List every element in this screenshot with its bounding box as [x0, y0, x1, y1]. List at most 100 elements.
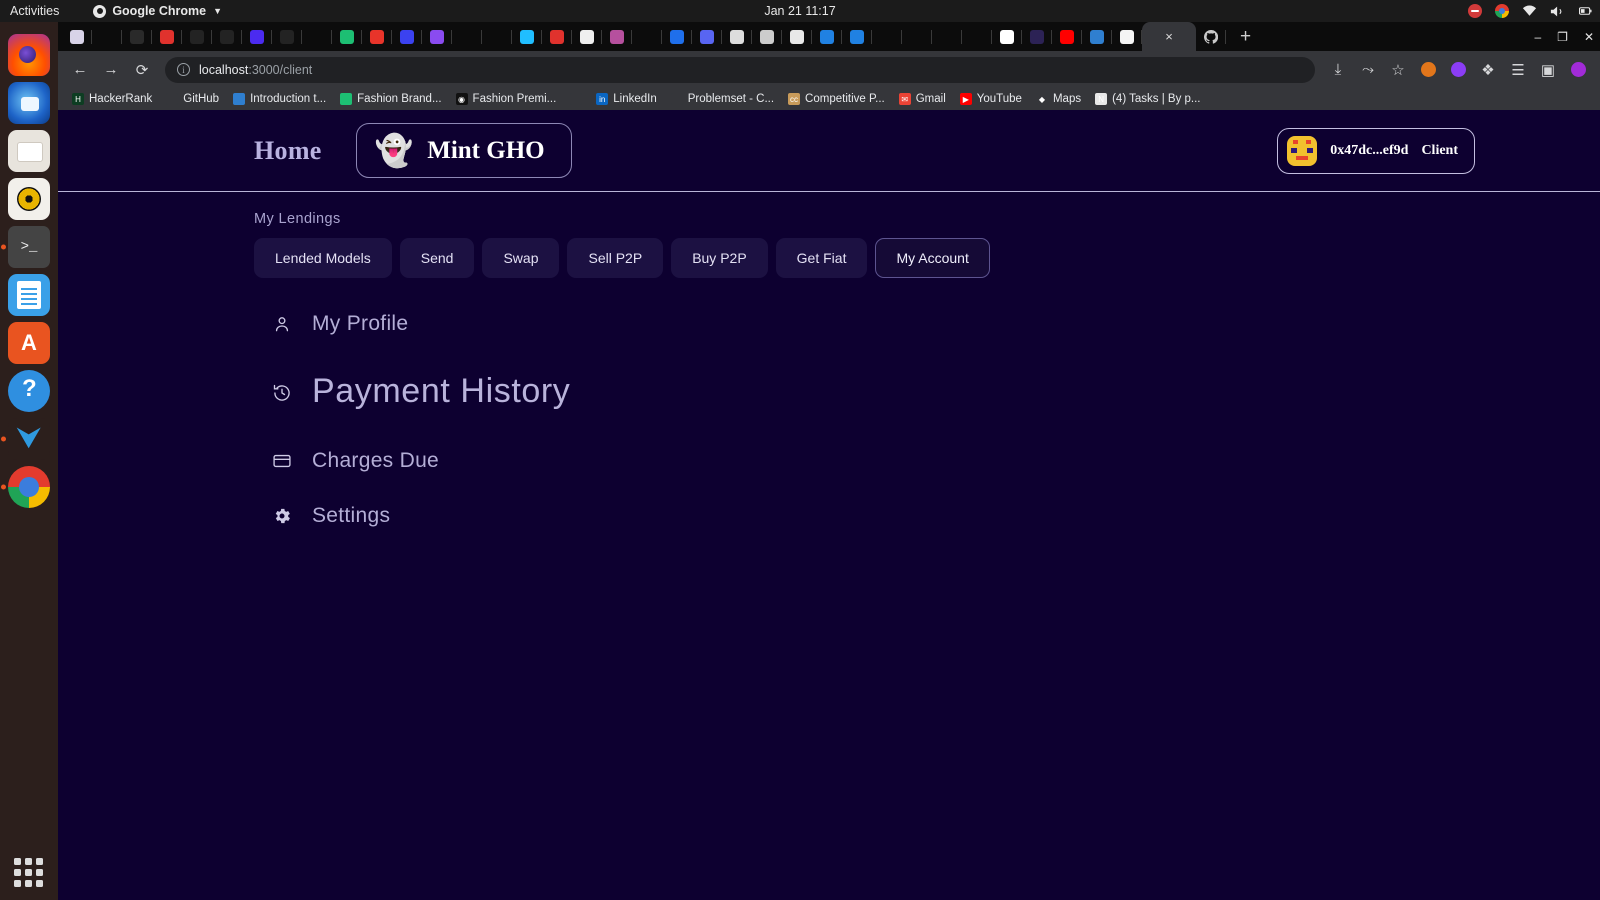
bookmark-competitive-p[interactable]: cc Competitive P...	[782, 91, 891, 107]
tab-favicon-p[interactable]	[1112, 24, 1142, 50]
tab-favicon-doc[interactable]	[782, 24, 812, 50]
tab-favicon-youtube[interactable]	[1052, 24, 1082, 50]
dock-item-firefox[interactable]	[8, 34, 50, 76]
home-link[interactable]: Home	[254, 136, 322, 166]
menu-item-my-profile[interactable]: My Profile	[272, 312, 1600, 336]
bookmark-linkedin[interactable]: in LinkedIn	[590, 91, 662, 107]
nav-tab-buy-p2p[interactable]: Buy P2P	[671, 238, 768, 278]
dock-item-google-chrome[interactable]	[1, 466, 50, 508]
dock-item-vscode[interactable]: ⮟	[1, 418, 50, 460]
side-panel-icon[interactable]: ▣	[1534, 56, 1562, 84]
system-tray[interactable]	[1468, 4, 1592, 18]
dock-item-terminal[interactable]: >_	[1, 226, 50, 268]
tab-favicon-web3[interactable]	[662, 24, 692, 50]
activities-button[interactable]: Activities	[10, 4, 59, 18]
bookmark-fashion-premi[interactable]: ◉ Fashion Premi...	[450, 91, 563, 107]
tab-favicon-aave[interactable]	[602, 24, 632, 50]
menu-item-settings[interactable]: Settings	[272, 504, 1600, 528]
tab-favicon-fiverr[interactable]	[332, 24, 362, 50]
dock-item-ubuntu-software[interactable]	[8, 322, 50, 364]
tab-favicon-google[interactable]	[992, 24, 1022, 50]
tab-favicon-figma[interactable]	[392, 24, 422, 50]
clock[interactable]: Jan 21 11:17	[764, 4, 835, 18]
tab-favicon-leetcode[interactable]	[122, 24, 152, 50]
nav-tab-get-fiat[interactable]: Get Fiat	[775, 238, 868, 278]
tab-favicon-blank3[interactable]	[452, 24, 482, 50]
tab-favicon-profile[interactable]	[62, 24, 92, 50]
tab-favicon-blank1[interactable]	[92, 24, 122, 50]
tab-favicon-github3[interactable]	[272, 24, 302, 50]
dock-item-files[interactable]	[8, 130, 50, 172]
phantom-extension-icon[interactable]	[1444, 56, 1472, 84]
tab-favicon-notion[interactable]	[572, 24, 602, 50]
tab-favicon-blank8[interactable]	[932, 24, 962, 50]
mint-gho-button[interactable]: 👻 Mint GHO	[355, 123, 572, 178]
nav-tab-sell-p2p[interactable]: Sell P2P	[567, 238, 664, 278]
dock-item-libreoffice-writer[interactable]	[8, 274, 50, 316]
extensions-puzzle-icon[interactable]: ❖	[1474, 56, 1502, 84]
tab-favicon-opensea2[interactable]	[842, 24, 872, 50]
close-window-button[interactable]: ✕	[1584, 30, 1594, 44]
minimize-button[interactable]: –	[1534, 30, 1541, 44]
reload-button[interactable]: ⟳	[128, 56, 156, 84]
bookmark-youtube[interactable]: ▶ YouTube	[954, 91, 1028, 107]
tab-favicon-blank6[interactable]	[872, 24, 902, 50]
menu-item-charges-due[interactable]: Charges Due	[272, 449, 1600, 473]
install-app-icon[interactable]: ⤓	[1324, 56, 1352, 84]
tab-favicon-discord[interactable]	[692, 24, 722, 50]
bookmark-maps[interactable]: ◆ Maps	[1030, 91, 1087, 107]
tab-favicon-globe[interactable]	[1082, 24, 1112, 50]
bookmark-github-plain-icon[interactable]	[564, 91, 588, 107]
active-tab[interactable]: ×	[1142, 22, 1196, 51]
nav-tab-send[interactable]: Send	[399, 238, 475, 278]
bookmark-introduction-t[interactable]: Introduction t...	[227, 91, 332, 107]
tab-favicon-99d[interactable]	[542, 24, 572, 50]
bookmark-hackerrank[interactable]: H HackerRank	[66, 91, 158, 107]
tab-favicon-github4[interactable]	[1196, 24, 1226, 50]
maximize-button[interactable]: ❐	[1557, 30, 1568, 44]
bookmark-problemset-c[interactable]: Problemset - C...	[665, 91, 780, 107]
menu-item-payment-history[interactable]: Payment History	[272, 372, 1600, 411]
show-applications-button[interactable]	[14, 858, 44, 888]
bookmark-gmail[interactable]: ✉ Gmail	[893, 91, 952, 107]
reading-list-icon[interactable]: ☰	[1504, 56, 1532, 84]
tab-favicon-blank5[interactable]	[632, 24, 662, 50]
tab-favicon-github2[interactable]	[212, 24, 242, 50]
tab-favicon-blank4[interactable]	[482, 24, 512, 50]
tab-favicon-eclipse[interactable]	[1022, 24, 1052, 50]
nav-tab-swap[interactable]: Swap	[482, 238, 560, 278]
bookmark-star-icon[interactable]: ☆	[1384, 56, 1412, 84]
bookmark-github[interactable]: GitHub	[160, 91, 225, 107]
forward-button[interactable]: →	[97, 56, 125, 84]
metamask-extension-icon[interactable]	[1414, 56, 1442, 84]
tab-favicon-blank7[interactable]	[902, 24, 932, 50]
new-tab-button[interactable]: +	[1240, 26, 1251, 48]
tab-favicon-calendar[interactable]	[152, 24, 182, 50]
back-button[interactable]: ←	[66, 56, 94, 84]
profile-avatar-icon[interactable]	[1564, 56, 1592, 84]
tab-favicon-github1[interactable]	[182, 24, 212, 50]
tab-favicon-opensea[interactable]	[812, 24, 842, 50]
share-icon[interactable]: ⤳	[1354, 56, 1382, 84]
bookmark-fashion-brand[interactable]: Fashion Brand...	[334, 91, 447, 107]
wallet-badge[interactable]: 0x47dc...ef9d Client	[1277, 127, 1475, 174]
tab-favicon-moon2[interactable]	[752, 24, 782, 50]
site-info-icon[interactable]: i	[177, 63, 190, 76]
bookmark-4-tasks-by-p[interactable]: N (4) Tasks | By p...	[1089, 91, 1206, 107]
tab-favicon-blank2[interactable]	[302, 24, 332, 50]
tab-favicon-kaggle[interactable]	[512, 24, 542, 50]
address-bar[interactable]: i localhost:3000/client	[165, 56, 1315, 83]
dock-item-rhythmbox[interactable]	[8, 178, 50, 220]
tab-favicon-moon[interactable]	[722, 24, 752, 50]
nav-tab-my-account[interactable]: My Account	[875, 238, 990, 278]
tab-favicon-blank9[interactable]	[962, 24, 992, 50]
tab-favicon-vercel[interactable]	[242, 24, 272, 50]
app-menu-button[interactable]: Google Chrome ▼	[93, 4, 222, 18]
tab-favicon-99designs[interactable]	[362, 24, 392, 50]
close-icon[interactable]: ×	[1165, 29, 1173, 44]
dock-item-thunderbird[interactable]	[8, 82, 50, 124]
nav-tab-lended-models[interactable]: Lended Models	[254, 238, 392, 278]
window-controls[interactable]: – ❐ ✕	[1534, 22, 1594, 51]
dock-item-help[interactable]	[8, 370, 50, 412]
tab-favicon-v[interactable]	[422, 24, 452, 50]
